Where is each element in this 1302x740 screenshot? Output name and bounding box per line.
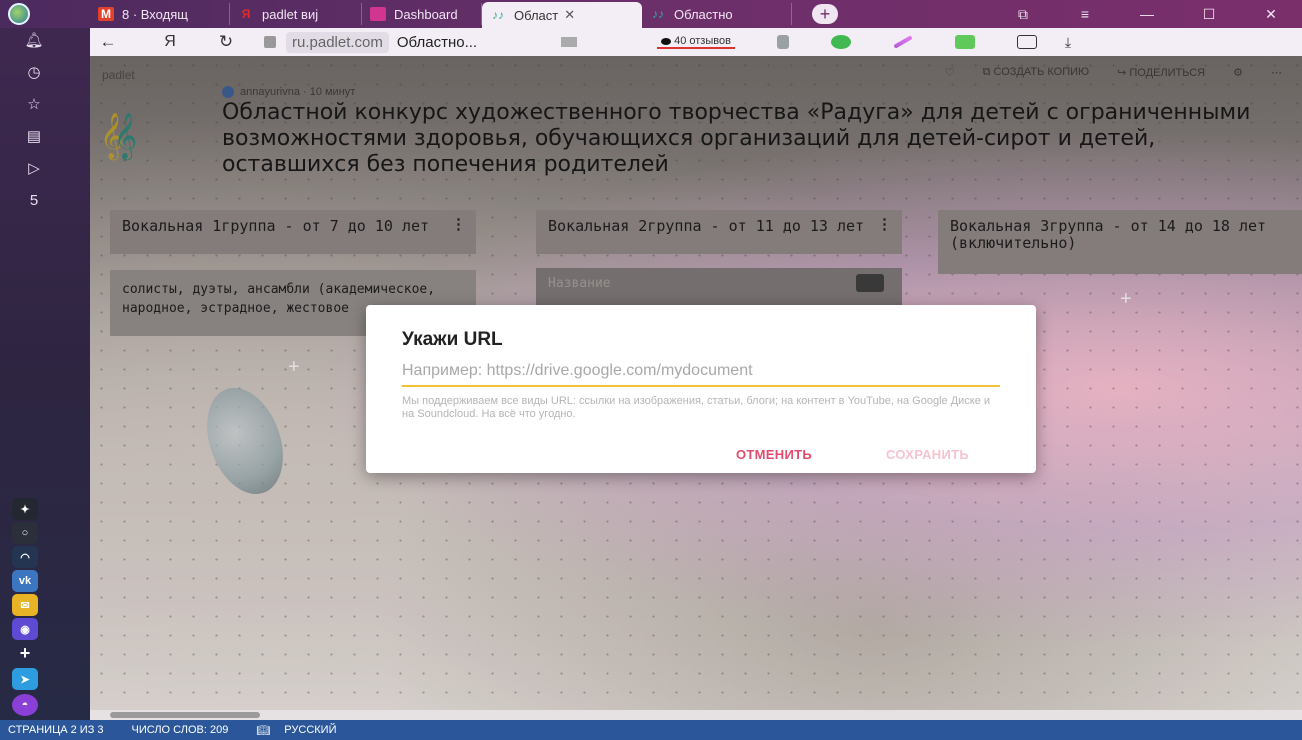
close-window-icon[interactable]: ✕	[1240, 6, 1302, 23]
window-controls: ⧉ ≡ — ☐ ✕	[992, 0, 1302, 28]
tab-padlet-second[interactable]: ♪♪ Областно	[642, 3, 792, 25]
bookmark-icon[interactable]	[776, 35, 789, 49]
back-icon[interactable]: ←	[90, 32, 126, 52]
play-icon[interactable]: ▷	[24, 160, 44, 178]
browser-side-panel: 🔔︎ ◷ ☆ ▤ ▷ 5 ✦ ○ ◠ vk ✉ ◉ + ➤ ◓	[0, 28, 90, 720]
cancel-button[interactable]: ОТМЕНИТЬ	[736, 447, 812, 462]
globe-icon	[8, 3, 30, 25]
word-status-bar: СТРАНИЦА 2 ИЗ 3 ЧИСЛО СЛОВ: 209 📖︎ РУССК…	[0, 720, 1302, 740]
new-tab-button[interactable]: +	[812, 4, 838, 24]
mail-icon[interactable]: ✉	[12, 594, 38, 616]
clock-icon[interactable]: ◷	[24, 64, 44, 82]
send-icon[interactable]: ➤	[12, 668, 38, 690]
alice-voice-icon[interactable]: ◓	[12, 694, 38, 716]
reviews-badge[interactable]: 40 отзывов	[657, 35, 735, 49]
dashboard-icon	[370, 7, 386, 21]
browser-tab-bar: M 8 · Входящ Я padlet виј Dashboard ♪♪ О…	[0, 0, 1302, 28]
url-input[interactable]	[402, 357, 1000, 387]
vk-icon[interactable]: vk	[12, 570, 38, 592]
page-count[interactable]: СТРАНИЦА 2 ИЗ 3	[8, 724, 104, 736]
notes-icon[interactable]: ▤	[24, 128, 44, 146]
comment-icon	[661, 37, 672, 45]
language-indicator[interactable]: РУССКИЙ	[284, 724, 336, 736]
scrollbar-thumb[interactable]	[110, 712, 260, 718]
url-dialog: Укажи URL Мы поддерживаем все виды URL: …	[366, 305, 1036, 473]
tabs-icon[interactable]: ⧉	[992, 6, 1054, 23]
yandex-icon: Я	[241, 7, 251, 21]
camera-icon[interactable]	[561, 37, 578, 47]
proofing-icon[interactable]: 📖︎	[256, 724, 270, 737]
extension-icon[interactable]	[1016, 35, 1037, 49]
dialog-title: Укажи URL	[402, 329, 503, 350]
horizontal-scrollbar[interactable]	[90, 710, 1302, 720]
save-button[interactable]: СОХРАНИТЬ	[886, 447, 969, 462]
alice-icon[interactable]: ✦	[12, 498, 38, 520]
url-field[interactable]: ru.padlet.com Областно...	[264, 31, 478, 53]
shield-icon[interactable]	[830, 35, 851, 49]
download-icon[interactable]: ⤓	[1065, 34, 1071, 51]
tab-padlet-active[interactable]: ♪♪ Област ✕	[482, 2, 642, 28]
maximize-icon[interactable]: ☐	[1178, 6, 1240, 23]
yandex-home-icon[interactable]: Я	[152, 33, 188, 51]
close-tab-icon[interactable]: ✕	[564, 7, 575, 23]
downloads-icon[interactable]: ≡	[1054, 6, 1116, 22]
url-domain: ru.padlet.com	[286, 31, 389, 53]
tab-padlet-search[interactable]: Я padlet виј	[230, 3, 362, 25]
padlet-icon: ♪♪	[492, 8, 504, 22]
minimize-icon[interactable]: —	[1116, 6, 1178, 22]
pen-icon[interactable]	[893, 35, 913, 49]
add-app-icon[interactable]: +	[12, 642, 38, 664]
dialog-help-text: Мы поддерживаем все виды URL: ссылки на …	[402, 395, 991, 420]
gmail-icon: M	[98, 7, 114, 21]
browser-menu-button[interactable]	[0, 0, 38, 28]
address-bar: ← Я ↻ ru.padlet.com Областно... 40 отзыв…	[90, 28, 1302, 56]
tab-mail[interactable]: M 8 · Входящ	[90, 3, 230, 25]
tab5-icon[interactable]: 5	[24, 192, 44, 210]
reload-icon[interactable]: ↻	[208, 32, 244, 52]
star-icon[interactable]: ☆	[24, 96, 44, 114]
padlet-icon: ♪♪	[652, 7, 664, 21]
url-page-title: Областно...	[396, 33, 478, 51]
lock-icon	[264, 36, 276, 48]
messenger-icon[interactable]: ○	[12, 522, 38, 544]
chat-icon[interactable]: ◉	[12, 618, 38, 640]
edge-icon[interactable]: ◠	[12, 546, 38, 568]
download-arrow-icon[interactable]	[954, 35, 975, 49]
bell-icon[interactable]: 🔔︎	[24, 32, 44, 50]
word-count[interactable]: ЧИСЛО СЛОВ: 209	[132, 724, 229, 736]
tab-dashboard[interactable]: Dashboard	[362, 3, 482, 25]
